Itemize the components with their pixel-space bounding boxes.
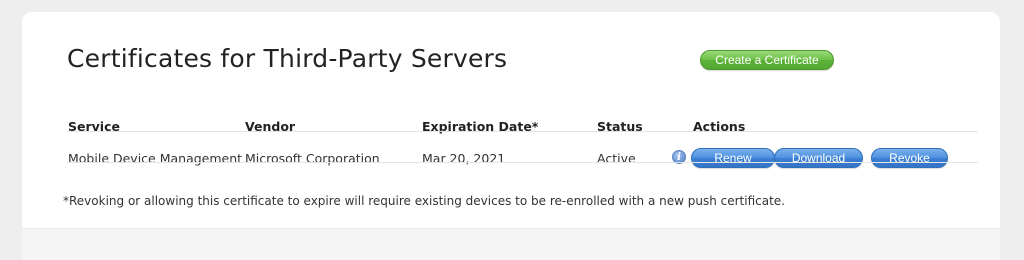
download-button[interactable]: Download [774,148,863,168]
page-title: Certificates for Third-Party Servers [67,44,508,73]
footnote: *Revoking or allowing this certificate t… [63,194,785,208]
cell-status: Active [597,151,636,166]
table-divider [67,131,978,132]
revoke-button[interactable]: Revoke [871,148,948,168]
renew-button[interactable]: Renew [691,148,775,168]
certificates-panel: Certificates for Third-Party Servers Cre… [22,12,1000,228]
table-bottom-divider [67,162,978,163]
panel-footer [22,228,1000,260]
create-certificate-button[interactable]: Create a Certificate [700,50,834,70]
cell-service: Mobile Device Management [68,151,243,166]
cell-vendor: Microsoft Corporation [245,151,380,166]
cell-expiration-date: Mar 20, 2021 [422,151,506,166]
